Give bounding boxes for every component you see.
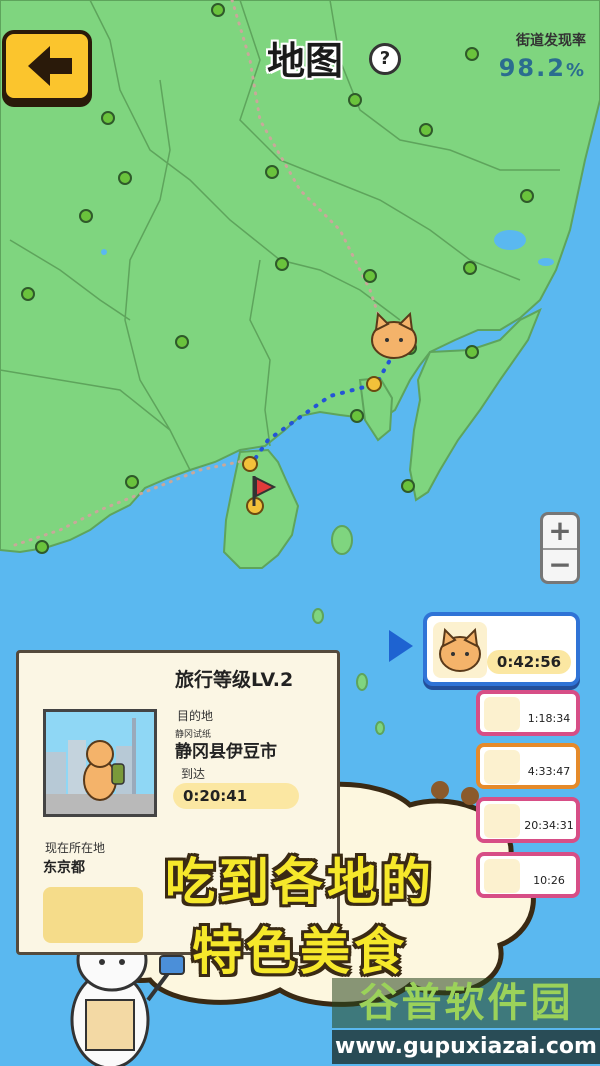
cat-avatar-icon: [433, 622, 487, 678]
watermark-name: 谷普软件园: [332, 978, 600, 1028]
island-oshima: [331, 525, 353, 555]
cat-avatar-icon: [484, 804, 520, 838]
arrival-label: 到达: [181, 767, 206, 781]
travel-photo: [43, 709, 157, 817]
traveler-time: 20:34:31: [524, 819, 574, 832]
help-button[interactable]: ?: [369, 43, 401, 75]
arrival-time: 0:20:41: [173, 783, 299, 809]
traveler-time: 4:33:47: [527, 765, 571, 778]
traveler-card[interactable]: 20:34:31: [476, 797, 580, 843]
discovery-rate-label: 街道发现率: [516, 33, 586, 49]
zoom-out-button[interactable]: −: [543, 549, 577, 582]
traveler-time: 10:26: [533, 874, 565, 887]
traveler-card[interactable]: 4:33:47: [476, 743, 580, 789]
promo-line-2: 特色美食: [192, 923, 408, 981]
watermark-url: www.gupuxiazai.com: [332, 1030, 600, 1064]
traveler-time: 0:42:56: [487, 650, 571, 674]
destination-name: 静冈县伊豆市: [175, 742, 277, 762]
traveler-card[interactable]: 1:18:34: [476, 690, 580, 736]
zoom-controls: + −: [540, 512, 580, 584]
promo-line-1: 吃到各地的: [165, 853, 435, 911]
current-location-name: 东京都: [43, 860, 85, 876]
current-location-label: 现在所在地: [45, 841, 106, 855]
selected-indicator-icon: [389, 630, 413, 662]
page-title: 地图: [266, 39, 343, 83]
cat-avatar-icon: [484, 697, 520, 731]
traveler-card-selected[interactable]: 0:42:56: [423, 612, 580, 686]
cat-avatar-icon: [484, 750, 520, 784]
back-button[interactable]: [2, 30, 92, 102]
discovery-rate-value: 98.2%: [499, 54, 586, 82]
traveler-time: 1:18:34: [527, 712, 571, 725]
travel-level: 旅行等级LV.2: [175, 669, 294, 691]
discovery-rate-number: 98.2: [498, 54, 566, 82]
zoom-in-button[interactable]: +: [543, 515, 577, 550]
destination-label: 目的地: [177, 709, 214, 723]
arrow-left-icon: [28, 46, 72, 86]
discovery-rate-unit: %: [565, 60, 586, 81]
